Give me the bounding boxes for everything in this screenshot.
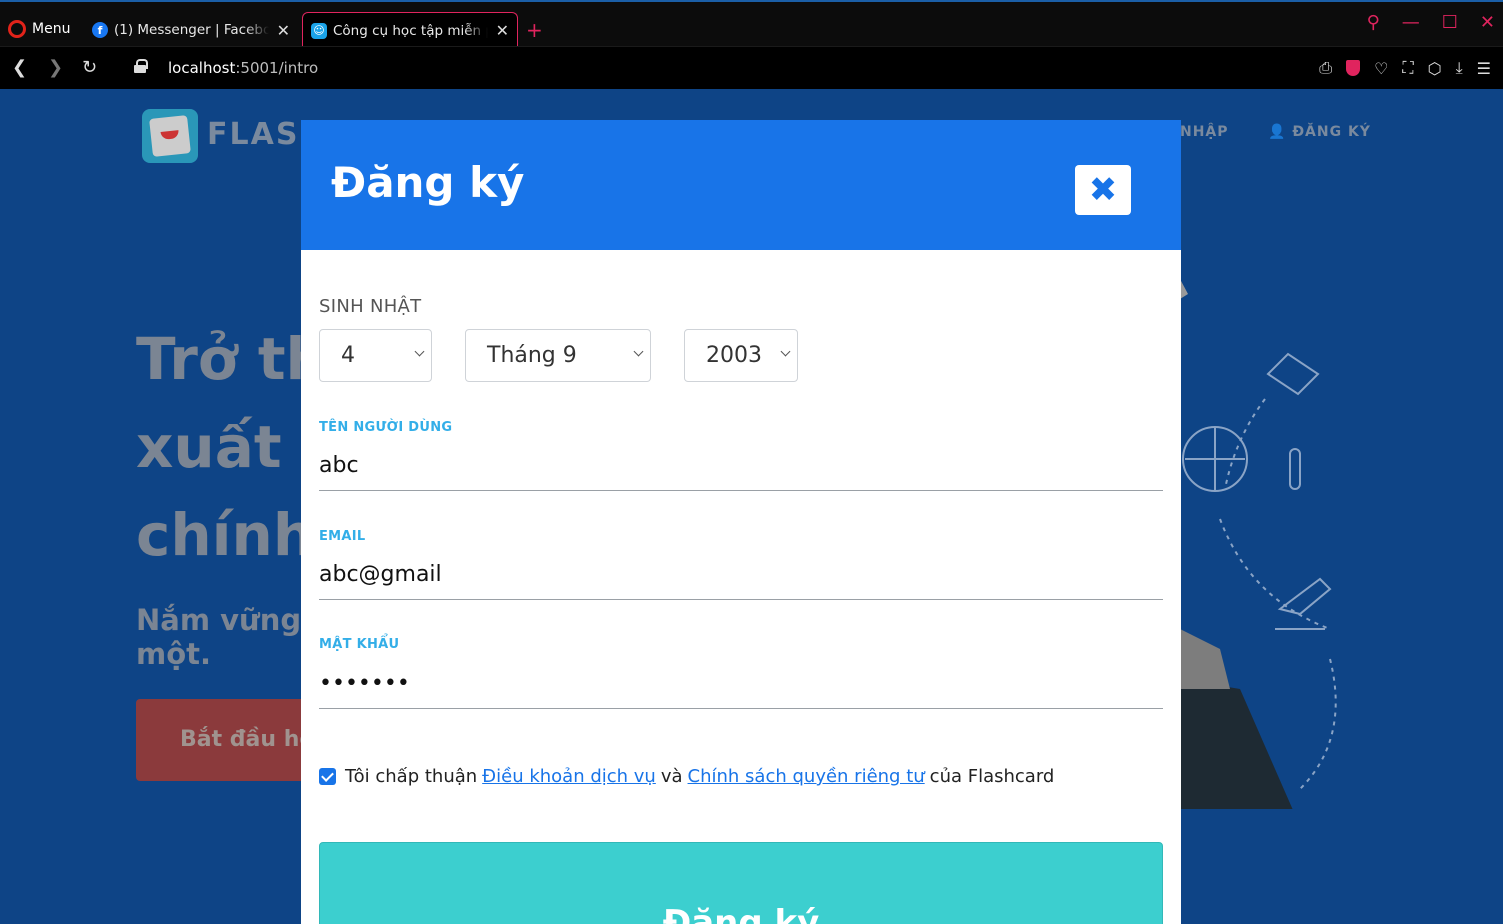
- nav-signup-label: ĐĂNG KÝ: [1292, 124, 1371, 140]
- cube-icon[interactable]: ⬡: [1428, 59, 1442, 78]
- day-value: 4: [341, 343, 355, 368]
- facebook-icon: f: [92, 22, 108, 38]
- chevron-down-icon: [414, 346, 425, 357]
- terms-and: và: [660, 766, 683, 787]
- close-tab-icon[interactable]: ✕: [277, 21, 290, 40]
- email-input[interactable]: abc@gmail: [319, 556, 1163, 600]
- new-tab-button[interactable]: +: [526, 18, 543, 42]
- signup-submit-button[interactable]: Đăng ký: [319, 842, 1163, 924]
- close-window-icon[interactable]: ✕: [1480, 12, 1495, 33]
- email-label: EMAIL: [319, 529, 366, 544]
- settings-sliders-icon[interactable]: ☰: [1477, 59, 1491, 78]
- back-icon[interactable]: ❮: [12, 57, 27, 78]
- password-label: MẬT KHẨU: [319, 637, 400, 652]
- hero-title-line: chính: [136, 501, 315, 569]
- download-icon[interactable]: ⤓: [1456, 58, 1463, 78]
- username-label: TÊN NGƯỜI DÙNG: [319, 420, 453, 435]
- heart-icon[interactable]: ♡: [1374, 59, 1388, 78]
- chevron-down-icon: [780, 346, 791, 357]
- birthday-year-select[interactable]: 2003: [684, 329, 798, 382]
- year-value: 2003: [706, 343, 762, 368]
- browser-tab-bar: Menu f (1) Messenger | Facebook ✕ ☺ Công…: [0, 0, 1503, 48]
- flashcard-icon: ☺: [311, 22, 327, 39]
- modal-header: Đăng ký ✖: [301, 120, 1181, 250]
- birthday-label: SINH NHẬT: [319, 296, 422, 317]
- birthday-day-select[interactable]: 4: [319, 329, 432, 382]
- tab-flashcard[interactable]: ☺ Công cụ học tập miễn phí ✕: [302, 12, 518, 48]
- logo[interactable]: [142, 109, 198, 163]
- nav-login-link[interactable]: NHẬP: [1180, 124, 1229, 140]
- hero-subtitle-line: một.: [136, 637, 212, 671]
- modal-title: Đăng ký: [331, 158, 525, 207]
- address-bar: ❮ ❯ ↻ localhost:5001/intro ⎙ ♡ ⛶ ⬡ ⤓ ☰: [0, 46, 1503, 89]
- adblock-shield-icon[interactable]: [1346, 60, 1361, 76]
- birthday-month-select[interactable]: Tháng 9: [465, 329, 651, 382]
- tab-title: (1) Messenger | Facebook: [114, 22, 269, 38]
- terms-row: Tôi chấp thuận Điều khoản dịch vụ và Chí…: [319, 766, 1054, 787]
- education-illustration: [1180, 279, 1337, 809]
- signup-modal: Đăng ký ✖ SINH NHẬT 4 Tháng 9 2003 TÊN N…: [301, 120, 1181, 924]
- tab-title: Công cụ học tập miễn phí: [333, 22, 488, 39]
- month-value: Tháng 9: [487, 343, 577, 368]
- url-host: localhost: [168, 59, 236, 77]
- password-input[interactable]: •••••••: [319, 665, 1163, 709]
- terms-suffix: của Flashcard: [929, 766, 1055, 787]
- snapshot-icon[interactable]: ⛶: [1402, 58, 1413, 78]
- username-input[interactable]: abc: [319, 447, 1163, 491]
- window-controls: ⚲ — ☐ ✕: [1367, 12, 1495, 33]
- tab-messenger[interactable]: f (1) Messenger | Facebook ✕: [84, 12, 298, 48]
- url-field[interactable]: localhost:5001/intro: [168, 59, 318, 77]
- camera-icon[interactable]: ⎙: [1319, 58, 1332, 78]
- nav-signup-link[interactable]: 👤 ĐĂNG KÝ: [1268, 124, 1371, 140]
- hero-subtitle-line: Nắm vững r: [136, 603, 326, 637]
- browser-menu-label: Menu: [32, 21, 71, 37]
- minimize-icon[interactable]: —: [1402, 12, 1420, 33]
- lock-icon: [134, 59, 148, 73]
- terms-of-service-link[interactable]: Điều khoản dịch vụ: [482, 766, 656, 787]
- user-plus-icon: 👤: [1268, 124, 1287, 140]
- close-icon: ✖: [1088, 170, 1118, 210]
- close-modal-button[interactable]: ✖: [1075, 165, 1131, 215]
- terms-prefix: Tôi chấp thuận: [345, 766, 478, 787]
- forward-icon[interactable]: ❯: [48, 57, 63, 78]
- search-icon[interactable]: ⚲: [1367, 12, 1380, 33]
- terms-checkbox[interactable]: [319, 768, 336, 785]
- browser-menu-button[interactable]: Menu: [8, 20, 70, 38]
- privacy-policy-link[interactable]: Chính sách quyền riêng tư: [688, 766, 925, 787]
- maximize-icon[interactable]: ☐: [1442, 12, 1458, 33]
- browser-toolbar: ⎙ ♡ ⛶ ⬡ ⤓ ☰: [1319, 58, 1491, 78]
- url-path: :5001/intro: [235, 59, 319, 77]
- chevron-down-icon: [633, 346, 644, 357]
- logo-card-icon: [149, 115, 191, 157]
- hero-title-line: Trở th: [136, 325, 327, 393]
- reload-icon[interactable]: ↻: [82, 57, 97, 78]
- opera-icon: [8, 20, 26, 38]
- close-tab-icon[interactable]: ✕: [496, 21, 509, 40]
- page-scrollbar[interactable]: [1497, 89, 1503, 924]
